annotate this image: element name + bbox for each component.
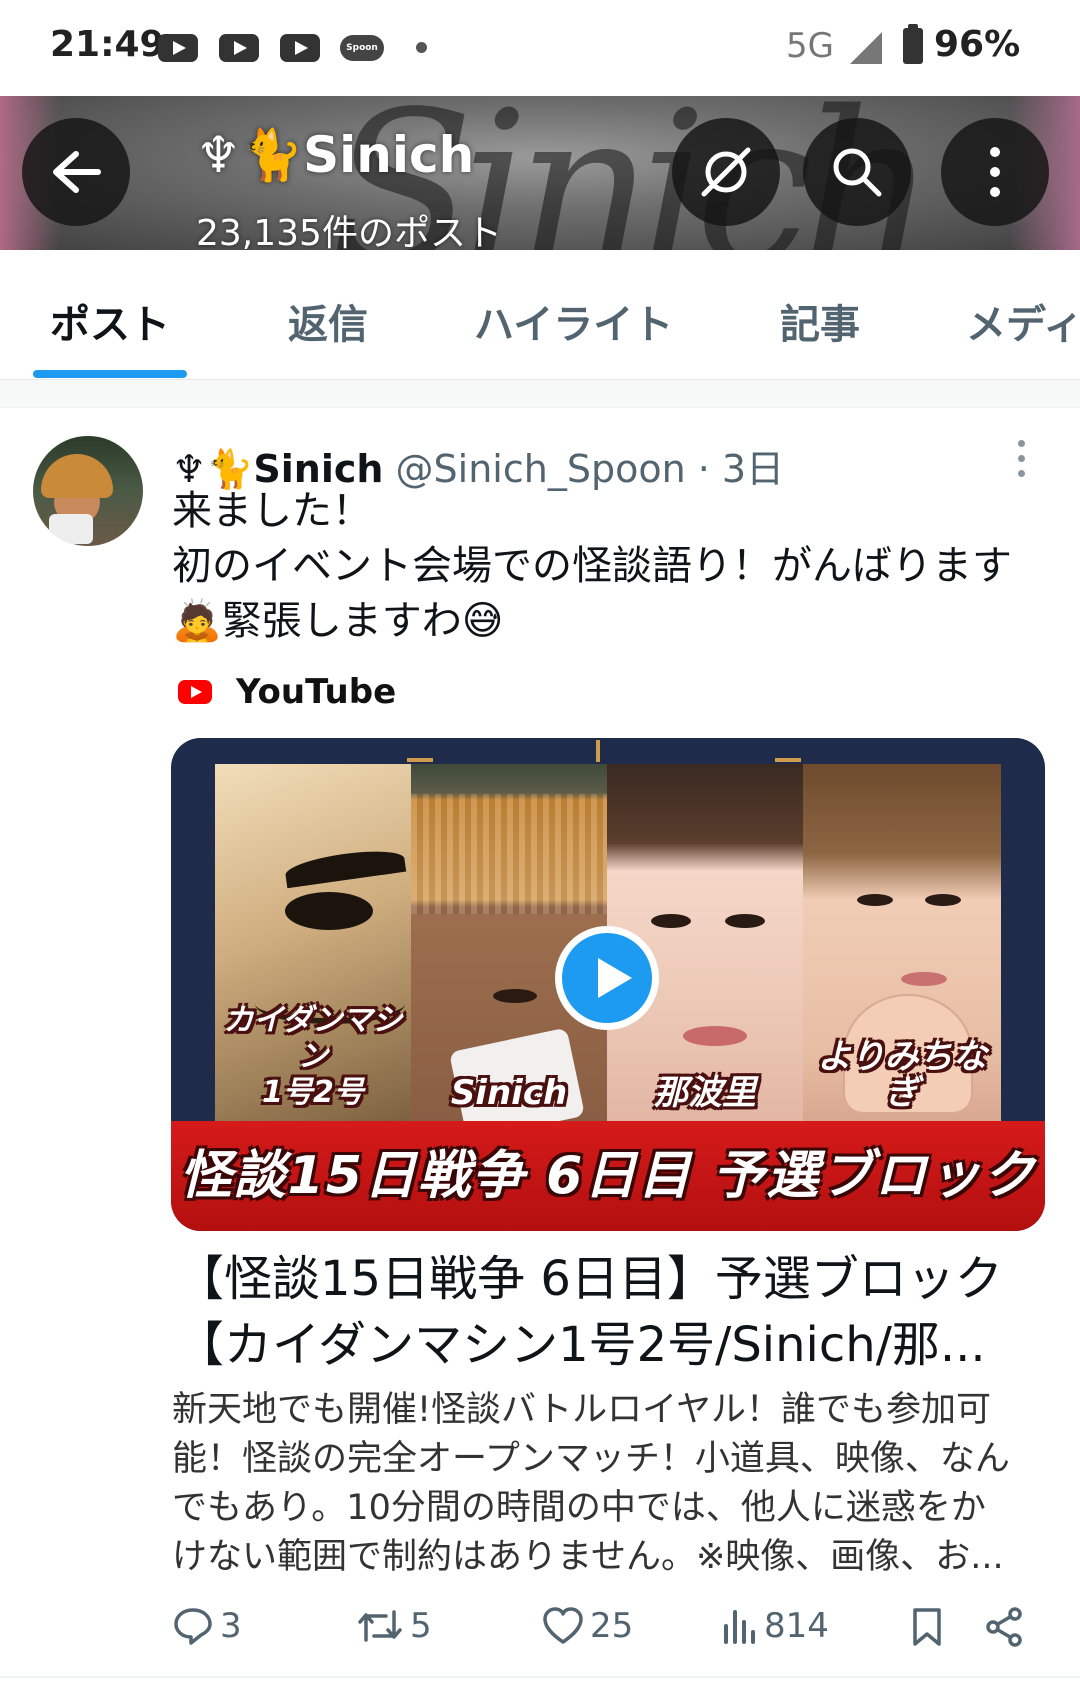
bookmark-icon	[913, 1608, 941, 1646]
spoon-notification-icon: Spoon	[340, 35, 384, 61]
more-notifications-dot	[416, 42, 427, 53]
profile-tabs: ポスト 返信 ハイライト 記事 メディア	[0, 250, 1080, 380]
youtube-notification-icon	[158, 34, 198, 62]
status-time: 21:49	[50, 24, 165, 65]
post-count: 23,135件のポスト	[196, 213, 502, 250]
reply-icon	[174, 1608, 212, 1645]
avatar-mask	[49, 514, 93, 544]
post-action-bar: 3 5 25 814	[0, 1600, 1080, 1660]
back-button[interactable]	[22, 118, 130, 226]
profile-name: ♆🐈Sinich	[196, 126, 475, 184]
avatar-hat	[41, 454, 113, 498]
link-card-title[interactable]: 【怪談15日戦争 6日目】予選ブロック 【カイダンマシン1号2号/Sinich/…	[176, 1246, 1036, 1378]
repost-icon	[358, 1610, 402, 1642]
tab-replies[interactable]: 返信	[288, 292, 368, 350]
battery-percent: 96%	[934, 24, 1021, 65]
tab-articles[interactable]: 記事	[780, 292, 860, 350]
more-vertical-icon	[990, 147, 1000, 197]
tab-highlights[interactable]: ハイライト	[474, 292, 673, 350]
back-arrow-icon	[53, 151, 101, 193]
post-text-line: 来ました！	[172, 488, 372, 534]
link-card-description-line: でもあり。10分間の時間の中では、他人に迷惑をか	[172, 1488, 986, 1528]
link-source[interactable]: YouTube	[178, 672, 396, 712]
translate-off-icon	[701, 147, 751, 197]
dot	[1018, 470, 1025, 477]
view-count: 814	[764, 1606, 829, 1646]
thumbnail-top-frame	[171, 738, 1045, 764]
translate-off-button[interactable]	[672, 118, 780, 226]
status-bar: 21:49 Spoon 5G 96%	[0, 0, 1080, 96]
search-button[interactable]	[803, 118, 911, 226]
play-icon[interactable]	[555, 926, 659, 1030]
post-more-button[interactable]	[1016, 440, 1026, 480]
link-card-description[interactable]: 新天地でも開催!怪談バトルロイヤル！誰でも参加可 能！怪談の完全オープンマッチ！…	[172, 1386, 1042, 1582]
profile-header: Sinich ♆🐈Sinich 23,135件のポスト	[0, 96, 1080, 250]
panel-label: Sinich	[450, 1073, 568, 1113]
tab-media[interactable]: メディア	[966, 292, 1080, 350]
share-icon	[986, 1607, 1022, 1647]
active-tab-indicator	[33, 370, 187, 378]
like-count: 25	[590, 1606, 634, 1646]
post-text-line: 🙇緊張しますわ😅	[172, 598, 504, 644]
panel-label: 那波里	[654, 1073, 756, 1113]
reply-button[interactable]: 3	[172, 1606, 242, 1646]
thumbnail-banner: 怪談15日戦争 6日目 予選ブロック	[171, 1121, 1045, 1231]
dot	[1018, 455, 1025, 462]
youtube-notification-icon	[280, 34, 320, 62]
link-card-title-line: 【カイダンマシン1号2号/Sinich/那...	[176, 1317, 986, 1373]
bookmark-button[interactable]	[910, 1606, 950, 1648]
heart-icon	[543, 1607, 583, 1644]
views-chart-icon	[724, 1610, 755, 1644]
link-card-description-line: 能！怪談の完全オープンマッチ！小道具、映像、なん	[172, 1439, 1010, 1479]
thumbnail-panel: カイダンマシン 1号2号	[215, 764, 411, 1121]
post-text-line: 初のイベント会場での怪談語り！がんばります	[172, 543, 1012, 589]
panel-label: よりみちなぎ	[817, 1037, 987, 1113]
repost-button[interactable]: 5	[356, 1606, 432, 1646]
link-source-label: YouTube	[236, 672, 397, 712]
dot	[1018, 440, 1025, 447]
post-text: 来ました！ 初のイベント会場での怪談語り！がんばります 🙇緊張しますわ😅	[172, 484, 1052, 649]
link-card-description-line: 新天地でも開催!怪談バトルロイヤル！誰でも参加可	[172, 1390, 992, 1430]
panel-label: カイダンマシン 1号2号	[223, 1003, 403, 1110]
like-button[interactable]: 25	[542, 1606, 633, 1646]
repost-count: 5	[410, 1606, 432, 1646]
youtube-notification-icon	[219, 34, 259, 62]
section-separator	[0, 380, 1080, 408]
network-type: 5G	[786, 26, 834, 66]
avatar[interactable]	[33, 436, 143, 546]
reply-count: 3	[220, 1606, 242, 1646]
youtube-icon	[178, 680, 212, 704]
thumbnail-panel: よりみちなぎ	[803, 764, 1001, 1121]
signal-icon	[850, 32, 882, 64]
share-button[interactable]	[984, 1606, 1030, 1648]
post-divider	[0, 1676, 1080, 1678]
search-icon	[833, 148, 882, 197]
battery-icon	[903, 24, 923, 64]
more-options-button[interactable]	[941, 118, 1049, 226]
views-button[interactable]: 814	[722, 1606, 829, 1646]
link-card-thumbnail[interactable]: カイダンマシン 1号2号 Sinich 那波里 よりみちなぎ 怪談15日戦争 6…	[171, 738, 1045, 1231]
link-card-description-line: けない範囲で制約はありません。※映像、画像、お...	[172, 1537, 1004, 1577]
link-card-title-line: 【怪談15日戦争 6日目】予選ブロック	[176, 1251, 1003, 1307]
tab-posts[interactable]: ポスト	[50, 292, 170, 350]
